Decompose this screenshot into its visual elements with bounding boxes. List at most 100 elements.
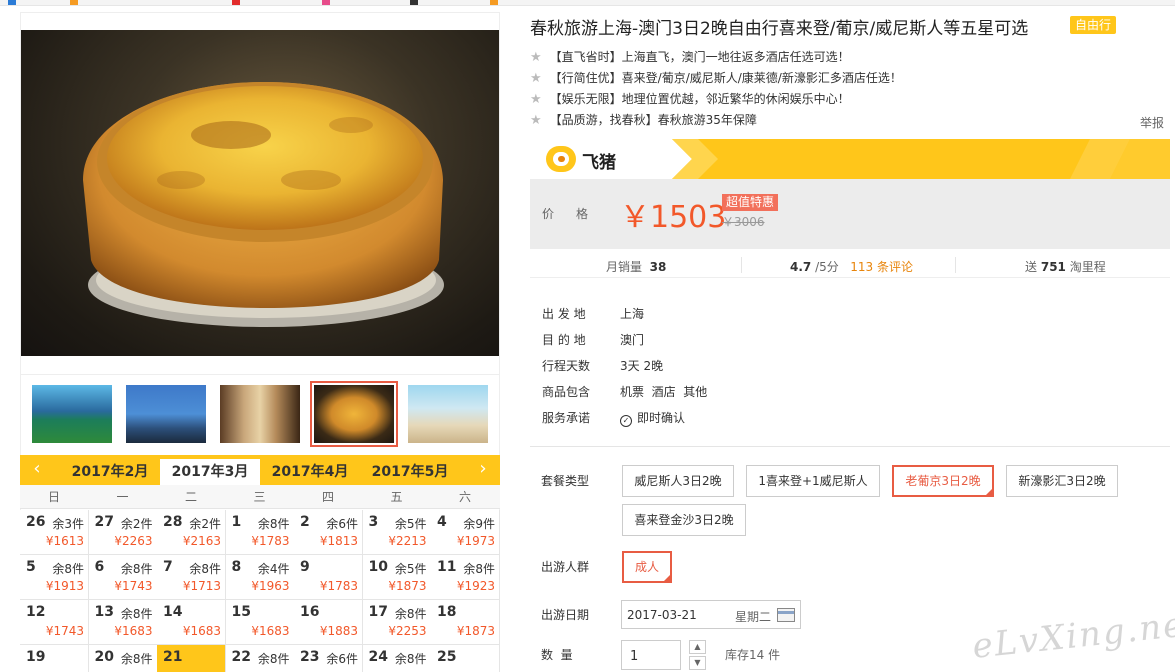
day-number: 5 [26,559,36,575]
calendar-day[interactable]: 26 余3件 ¥1613 [20,510,89,555]
day-price: ¥1923 [456,579,495,593]
day-stock: 余6件 [326,652,358,666]
thumbnail-3[interactable] [220,385,300,443]
calendar-day[interactable]: 23 余6件 [294,645,363,672]
weekday-label: 四 [321,490,334,504]
day-price: ¥1873 [456,624,495,638]
day-stock: 余4件 [257,562,290,576]
feature-line: ★ 【直飞省时】上海直飞，澳门一地往返多酒店任选可选！ [530,50,850,65]
quantity-input[interactable]: 1 [621,640,681,670]
calendar-day[interactable]: 27 余2件 ¥2263 [88,510,158,555]
package-option-selected[interactable]: 老葡京3日2晚 [892,465,994,499]
travel-date-input[interactable]: 2017-03-21 星期二 [621,600,801,629]
day-number: 16 [300,604,320,620]
day-price: ¥2253 [388,624,427,638]
day-price: ¥1963 [251,579,290,593]
day-number: 3 [368,514,379,530]
stock-count: 库存14 件 [725,648,781,662]
calendar-day[interactable]: 25 [431,645,500,672]
main-product-photo [21,30,499,356]
calendar-day[interactable]: 17 余8件 ¥2253 [362,600,432,645]
calendar-day[interactable]: 18 ¥1873 [431,600,500,645]
calendar-day-selected[interactable]: 21 [157,645,226,672]
day-number: 26 [26,514,46,530]
quantity-increase-icon[interactable]: ▲ [689,640,706,654]
day-stock: 余8件 [120,562,153,576]
day-number: 21 [163,649,183,665]
report-link[interactable]: 举报 [1140,114,1164,131]
day-number: 13 [94,604,114,620]
info-includes: 商品包含 机票 酒店 其他 [542,385,708,399]
day-number: 4 [437,514,447,530]
day-stock: 余3件 [52,517,84,531]
day-stock: 余8件 [257,517,290,531]
day-number: 15 [231,604,251,620]
calendar-day[interactable]: 22 余8件 [225,645,295,672]
price-label: 价格 [542,207,611,221]
calendar-day[interactable]: 10 余5件 ¥1873 [362,555,432,600]
calendar-month-tab[interactable]: 2017年2月 [60,459,160,485]
calendar-day[interactable]: 12 ¥1743 [20,600,89,645]
calendar-day[interactable]: 2 余6件 ¥1813 [294,510,363,555]
calendar-day[interactable]: 11 余8件 ¥1923 [431,555,500,600]
calendar-day[interactable]: 13 余8件 ¥1683 [88,600,158,645]
next-month-icon[interactable]: › [468,455,498,485]
calendar-month-tab[interactable]: 2017年5月 [360,459,460,485]
calendar-icon[interactable] [777,608,795,622]
calendar-month-tab[interactable]: 2017年4月 [260,459,360,485]
reviews-link[interactable]: 113 条评论 [850,260,913,274]
package-option[interactable]: 1喜来登+1威尼斯人 [746,465,880,497]
info-destination: 目 的 地澳门 [542,333,645,347]
quantity-value: 1 [630,649,639,664]
day-price: ¥1683 [251,624,290,638]
day-price: ¥2163 [182,534,221,548]
quantity-decrease-icon[interactable]: ▼ [689,656,706,670]
travel-date-value: 2017-03-21 [627,608,697,622]
day-stock: 余2件 [120,517,153,531]
fliggy-brand-name: 飞猪 [582,153,616,173]
day-price: ¥1783 [319,579,358,593]
calendar-day[interactable]: 24 余8件 [362,645,432,672]
calendar-day[interactable]: 28 余2件 ¥2163 [157,510,226,555]
calendar-day[interactable]: 20 余8件 [88,645,158,672]
calendar-day[interactable]: 14 ¥1683 [157,600,226,645]
fliggy-logo-icon [546,146,576,172]
day-price: ¥1783 [251,534,290,548]
package-option[interactable]: 威尼斯人3日2晚 [622,465,734,497]
site-watermark: eLvXing.net [970,603,1175,667]
thumbnail-1[interactable] [32,385,112,443]
fliggy-brand-bar: 飞猪 [530,139,1170,179]
calendar-day[interactable]: 9 ¥1783 [294,555,363,600]
package-option[interactable]: 喜来登金沙3日2晚 [622,504,746,536]
star-icon: ★ [530,50,542,65]
prev-month-icon[interactable]: ‹ [22,455,52,485]
product-page: ‹ 2017年2月 2017年3月 2017年4月 2017年5月 › 日 一 二 三… [0,0,1175,672]
calendar-month-tab-active[interactable]: 2017年3月 [160,459,260,485]
top-nav-strip [0,0,1175,6]
calendar-day[interactable]: 15 ¥1683 [225,600,295,645]
calendar-day[interactable]: 4 余9件 ¥1973 [431,510,500,555]
calendar-day[interactable]: 7 余8件 ¥1713 [157,555,226,600]
package-label: 套餐类型 [541,474,590,488]
day-number: 22 [231,649,251,665]
day-number: 7 [163,559,173,575]
thumbnail-2[interactable] [126,385,206,443]
price-calendar: ‹ 2017年2月 2017年3月 2017年4月 2017年5月 › 日 一 二 三… [20,455,500,672]
calendar-day[interactable]: 3 余5件 ¥2213 [362,510,432,555]
calendar-day[interactable]: 6 余8件 ¥1743 [88,555,158,600]
weekday-label: 一 [116,490,129,504]
calendar-day[interactable]: 16 ¥1883 [294,600,363,645]
day-number: 20 [94,649,114,665]
day-price: ¥1743 [45,624,84,638]
calendar-day[interactable]: 8 余4件 ¥1963 [225,555,295,600]
package-option[interactable]: 新濠影汇3日2晚 [1006,465,1118,497]
thumbnail-5[interactable] [408,385,488,443]
info-duration: 行程天数 3天 2晚 [542,359,664,373]
calendar-day[interactable]: 19 [20,645,89,672]
calendar-day[interactable]: 5 余8件 ¥1913 [20,555,89,600]
day-number: 2 [300,514,310,530]
calendar-day[interactable]: 1 余8件 ¥1783 [225,510,295,555]
day-number: 28 [163,514,183,530]
thumbnail-4-selected[interactable] [310,381,398,447]
group-option-selected[interactable]: 成人 [622,551,672,585]
